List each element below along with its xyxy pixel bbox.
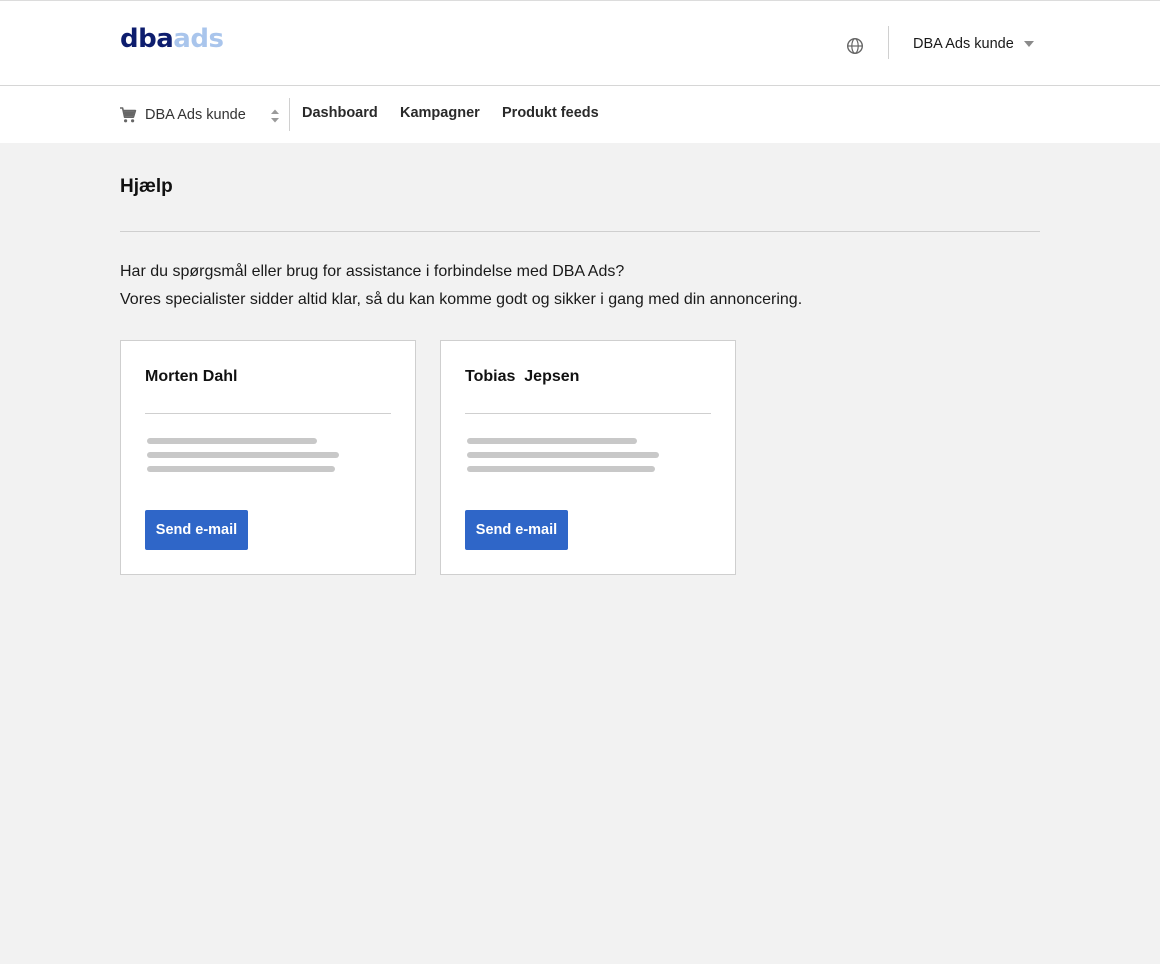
nav-produkt-feeds[interactable]: Produkt feeds: [502, 102, 599, 124]
placeholder-line: [147, 438, 317, 444]
card-divider: [465, 413, 711, 414]
cart-icon: [120, 107, 137, 123]
header-divider: [888, 26, 889, 59]
intro-line-2: Vores specialister sidder altid klar, så…: [120, 291, 803, 308]
logo-ads: ads: [173, 24, 224, 54]
placeholder-line: [467, 452, 659, 458]
dba-ads-logo[interactable]: dbaads: [120, 22, 224, 56]
subnav-divider: [289, 98, 290, 131]
contact-name: Tobias Jepsen: [465, 368, 580, 385]
sort-arrows-icon: [271, 109, 279, 123]
account-menu-label: DBA Ads kunde: [913, 36, 1014, 52]
placeholder-line: [147, 452, 339, 458]
nav-kampagner[interactable]: Kampagner: [400, 102, 480, 124]
intro-text: Har du spørgsmål eller brug for assistan…: [120, 258, 802, 314]
contact-card: Tobias Jepsen Send e-mail: [440, 340, 736, 575]
placeholder-line: [467, 438, 637, 444]
account-menu[interactable]: DBA Ads kunde: [913, 33, 1034, 55]
contact-name: Morten Dahl: [145, 368, 238, 385]
nav-dashboard[interactable]: Dashboard: [302, 102, 378, 124]
placeholder-line: [467, 466, 655, 472]
placeholder-line: [147, 466, 335, 472]
contact-card: Morten Dahl Send e-mail: [120, 340, 416, 575]
globe-icon[interactable]: [846, 37, 864, 55]
chevron-down-icon: [1023, 41, 1034, 47]
send-email-button[interactable]: Send e-mail: [145, 510, 248, 550]
customer-select[interactable]: DBA Ads kunde: [145, 103, 285, 127]
page-title: Hjælp: [120, 176, 173, 197]
title-divider: [120, 231, 1040, 232]
send-email-button[interactable]: Send e-mail: [465, 510, 568, 550]
card-divider: [145, 413, 391, 414]
logo-dba: dba: [120, 24, 174, 54]
customer-select-value: DBA Ads kunde: [145, 107, 246, 123]
intro-line-1: Har du spørgsmål eller brug for assistan…: [120, 263, 625, 280]
